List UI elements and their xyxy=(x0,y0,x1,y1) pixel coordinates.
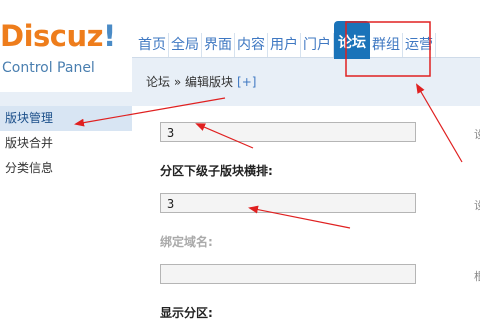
subboard-horizontal-label: 分区下级子版块横排: xyxy=(160,164,273,178)
top-navigation: 首页 全局 界面 内容 用户 门户 论坛 群组 运营 xyxy=(132,21,436,59)
sidebar-item-category-info[interactable]: 分类信息 xyxy=(0,156,132,181)
sidebar-item-board-management[interactable]: 版块管理 xyxy=(0,106,132,131)
field-tip-3: 根 xyxy=(474,270,480,283)
discuz-logo: Discuz! xyxy=(0,22,116,51)
bind-domain-label: 绑定域名: xyxy=(160,235,213,249)
sidebar-item-board-merge[interactable]: 版块合并 xyxy=(0,131,132,156)
breadcrumb: 论坛 » 编辑版块 [+] xyxy=(146,73,256,90)
logo-exclamation: ! xyxy=(103,19,116,53)
breadcrumb-separator: » xyxy=(170,75,185,89)
admin-control-panel: Discuz! Control Panel 首页 全局 界面 内容 用户 门户 … xyxy=(0,0,480,320)
add-board-button[interactable]: [+] xyxy=(237,75,256,89)
bind-domain-input[interactable] xyxy=(160,264,416,284)
field-tip-1: 设 xyxy=(474,128,480,141)
show-section-label: 显示分区: xyxy=(160,306,213,320)
logo-subtitle: Control Panel xyxy=(2,60,95,76)
nav-item-operations[interactable]: 运营 xyxy=(403,33,436,57)
breadcrumb-page: 编辑版块 xyxy=(185,75,234,89)
nav-item-forum[interactable]: 论坛 xyxy=(334,21,370,59)
nav-item-portal[interactable]: 门户 xyxy=(301,33,334,57)
nav-item-home[interactable]: 首页 xyxy=(132,33,169,57)
logo-name: Discuz xyxy=(0,19,104,53)
field-tip-2: 设 xyxy=(474,199,480,212)
breadcrumb-section[interactable]: 论坛 xyxy=(146,75,170,89)
nav-item-groups[interactable]: 群组 xyxy=(370,33,403,57)
sidebar: 版块管理 版块合并 分类信息 xyxy=(0,106,132,320)
column-count-input[interactable]: 3 xyxy=(160,122,416,142)
subboard-horizontal-input[interactable]: 3 xyxy=(160,193,416,213)
nav-item-interface[interactable]: 界面 xyxy=(202,33,235,57)
sidebar-header-strip xyxy=(0,92,132,106)
nav-item-users[interactable]: 用户 xyxy=(268,33,301,57)
nav-item-global[interactable]: 全局 xyxy=(169,33,202,57)
nav-item-content[interactable]: 内容 xyxy=(235,33,268,57)
